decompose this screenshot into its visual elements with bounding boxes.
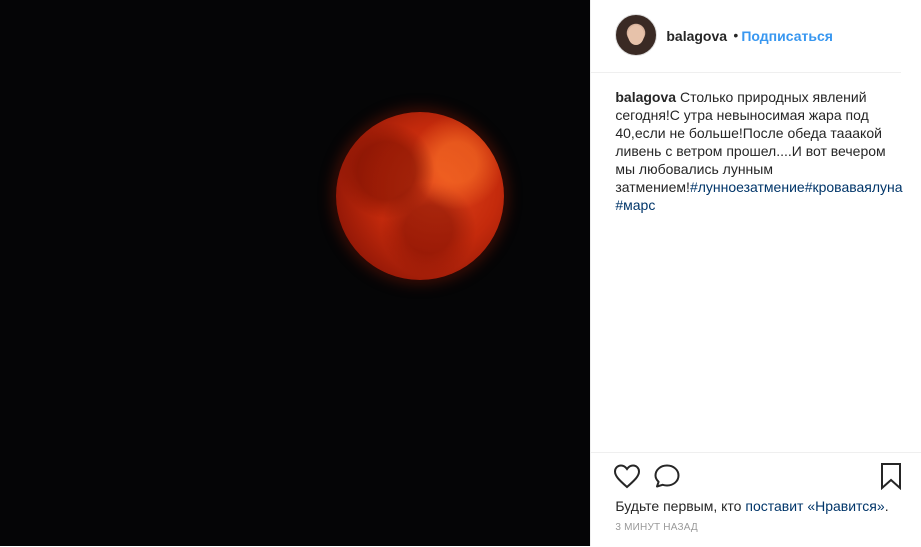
hashtag-link[interactable]: #марс bbox=[615, 197, 655, 213]
post-actions: Будьте первым, кто поставит «Нравится». … bbox=[591, 452, 921, 547]
separator-dot: • bbox=[733, 27, 739, 43]
comment-icon[interactable] bbox=[653, 463, 681, 494]
caption-username-link[interactable]: balagova bbox=[615, 89, 676, 105]
avatar[interactable] bbox=[615, 14, 658, 56]
post-photo[interactable] bbox=[0, 0, 591, 546]
post-caption: balagova Столько природных явлений сегод… bbox=[615, 88, 907, 214]
likes-prefix: Будьте первым, кто bbox=[615, 498, 746, 514]
likes-summary: Будьте первым, кто поставит «Нравится». bbox=[615, 498, 888, 514]
heart-icon[interactable] bbox=[613, 463, 641, 494]
instagram-post: balagova • Подписаться balagova Столько … bbox=[0, 0, 921, 546]
post-timestamp[interactable]: 3 минут назад bbox=[615, 522, 698, 533]
hashtag-link[interactable]: #лунноезатмение bbox=[690, 179, 805, 195]
bookmark-icon[interactable] bbox=[879, 462, 903, 495]
post-header: balagova • Подписаться bbox=[591, 0, 902, 73]
follow-button[interactable]: Подписаться bbox=[741, 28, 833, 44]
likes-suffix: . bbox=[884, 498, 889, 514]
header-username-link[interactable]: balagova bbox=[666, 28, 727, 44]
hashtag-link[interactable]: #кроваваялуна bbox=[805, 179, 903, 195]
post-sidebar: balagova • Подписаться balagova Столько … bbox=[590, 0, 921, 546]
like-action-link[interactable]: поставит «Нравится» bbox=[745, 498, 884, 514]
red-moon-image bbox=[336, 112, 504, 280]
